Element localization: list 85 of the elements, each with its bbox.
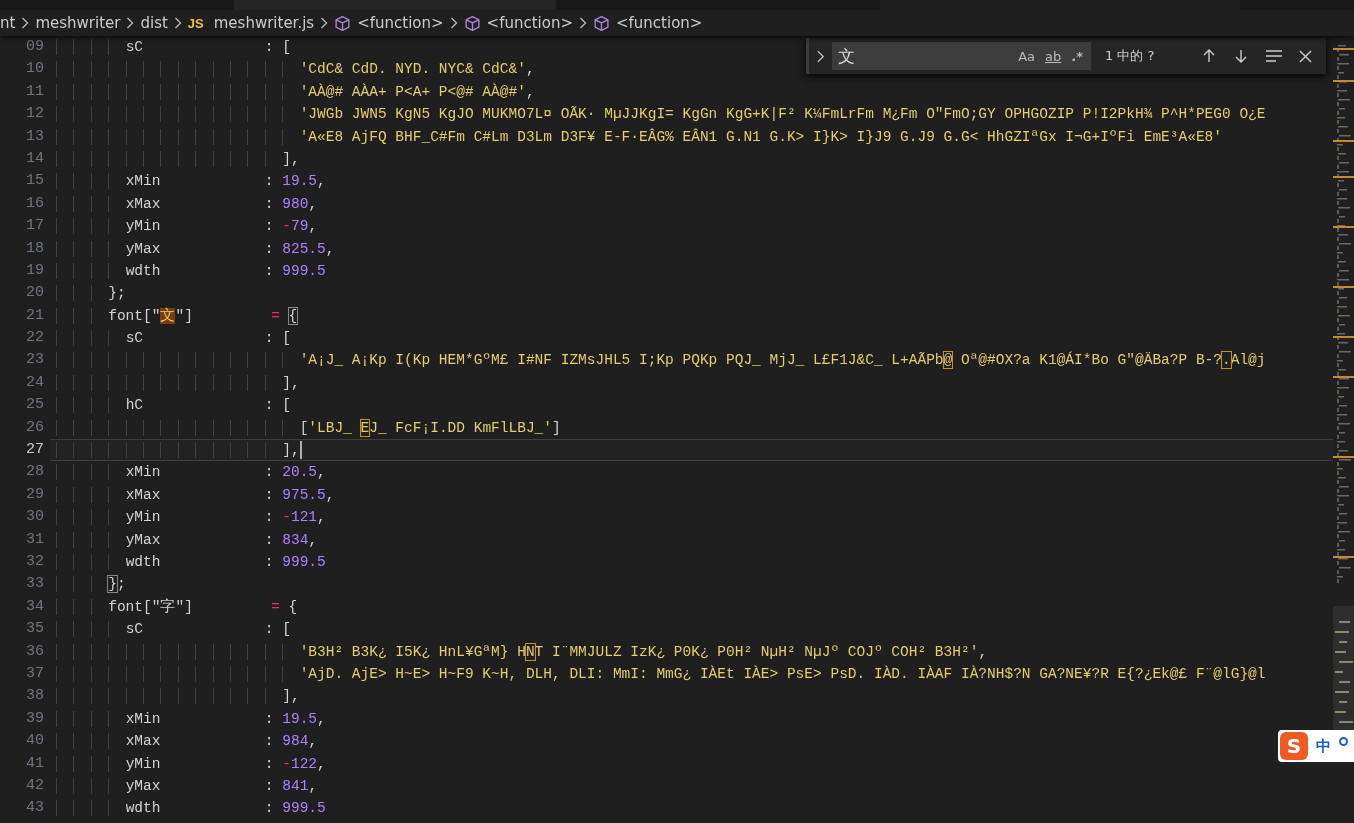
code-line: sC : [ [50, 618, 1333, 641]
line-number: 17 [25, 216, 45, 237]
code-line: wdth : 999.5 [50, 551, 1333, 574]
line-number: 23 [25, 350, 45, 371]
breadcrumb-item[interactable]: <function> [463, 14, 573, 32]
line-number: 29 [25, 484, 45, 505]
code-line: yMin : -121, [50, 506, 1333, 529]
code-line: ], [50, 685, 1333, 708]
line-number: 10 [25, 59, 45, 80]
line-number: 42 [25, 775, 45, 796]
line-number: 37 [25, 663, 45, 684]
code-line: ], [50, 147, 1333, 171]
breadcrumb-item[interactable]: JS meshwriter.js [187, 14, 315, 32]
cube-icon [463, 14, 481, 32]
line-number: 18 [25, 238, 45, 259]
line-number: 14 [25, 148, 45, 169]
code-line: }; [50, 573, 1333, 596]
code-line: font["字"] = { [50, 595, 1333, 619]
code-line: ], [50, 371, 1333, 395]
find-option-toggle[interactable]: .* [1067, 46, 1087, 66]
line-number: 13 [25, 126, 45, 147]
code-line: xMin : 20.5, [50, 461, 1333, 484]
code-line: xMax : 975.5, [50, 483, 1333, 507]
breadcrumb-item[interactable]: <function> [334, 14, 444, 32]
find-option-toggle[interactable]: ab [1041, 46, 1066, 66]
code-line: sC : [ [50, 327, 1333, 350]
chevron-right-icon [173, 17, 182, 29]
line-number: 39 [25, 708, 45, 729]
line-number: 27 [25, 440, 45, 461]
line-number: 22 [25, 328, 45, 349]
line-number: 12 [25, 104, 45, 125]
code-line: yMax : 825.5, [50, 237, 1333, 260]
chevron-right-icon [579, 17, 587, 29]
line-number: 36 [25, 641, 45, 662]
line-number: 31 [25, 529, 45, 550]
code-line: yMax : 834, [50, 528, 1333, 551]
line-number: 40 [25, 731, 45, 752]
code-line: 'JWGb JWN5 KgN5 KgJO MUKMO7L¤ OÃK· MµJJKgI= KgGn KgG+K|F² K¼FmLrFm M¿Fm O"FmO;GY OPHGOZIP P!I2PkH¾ P^H*PEG0 O¿E [50, 103, 1333, 126]
line-number: 24 [25, 372, 45, 393]
dot-icon [1339, 736, 1348, 746]
code-line: 'B3H² B3K¿ I5K¿ HnL¥GªM} HNT I¨MMJULZ IzK¿ P0K¿ P0H² NµH² NµJº COJº COH² B3H²', [50, 640, 1333, 663]
find-option-toggle[interactable]: Aa [1014, 46, 1040, 66]
chevron-right-icon[interactable] [816, 49, 825, 63]
line-number: 19 [25, 260, 45, 281]
match-count: 1 中的 ? [1105, 47, 1155, 65]
line-number: 28 [25, 462, 45, 483]
line-number: 11 [25, 81, 45, 102]
cube-icon [334, 14, 352, 32]
line-number: 30 [25, 507, 45, 528]
line-number: 35 [25, 619, 45, 640]
line-number: 26 [25, 417, 45, 438]
breadcrumb-item[interactable]: <function> [593, 14, 703, 32]
code-line: yMin : -79, [50, 215, 1333, 238]
line-number: 21 [25, 305, 45, 326]
code-line: hC : [ [50, 394, 1333, 417]
chevron-right-icon [320, 17, 329, 29]
line-number: 16 [25, 193, 45, 214]
line-number: 32 [25, 552, 45, 572]
cube-icon [593, 14, 610, 32]
code-line: 'AjD. AjE> H~E> H~F9 K~H, DLH, DLI: MmI: MmG¿ IÀEt IÀE> PsE> PsD. IÀD. IÀAF IÀ?NH$?N GA?NE¥?R E{?¿Ek@£ F¨@lG}@l [50, 662, 1333, 686]
code-line: 'AÀ@# AÀA+ P<A+ P<@# AÀ@#', [50, 80, 1333, 104]
line-number: 25 [25, 395, 45, 416]
line-number: 09 [25, 37, 45, 57]
code-line: 'A«E8 AjFQ BHF_C#Fm C#Lm D3Lm D3F¥ E-F·EÂG% EÂN1 G.N1 G.K> I}K> I}J9 G.J9 G.G< HhGZIªGx I¬G+IºFi EmE³A«E8' [50, 125, 1333, 148]
code-line: yMax : 841, [50, 774, 1333, 798]
code-line: }; [50, 282, 1333, 305]
line-number: 43 [25, 798, 45, 819]
code-line: wdth : 999.5 [50, 259, 1333, 283]
chevron-right-icon [126, 17, 135, 29]
chevron-right-icon [21, 17, 30, 29]
line-number: 33 [25, 574, 45, 595]
line-number: 34 [25, 596, 45, 617]
code-line: xMin : 19.5, [50, 170, 1333, 193]
code-line: xMax : 980, [50, 192, 1333, 216]
line-number: 41 [25, 753, 45, 774]
code-line: xMin : 19.5, [50, 707, 1333, 731]
breadcrumb-item[interactable]: nt [0, 14, 16, 32]
breadcrumb-item[interactable]: dist [140, 14, 168, 32]
line-number: 20 [25, 283, 45, 304]
line-number: 15 [25, 171, 45, 192]
line-number: 38 [25, 686, 45, 707]
code-line: font["文"] = { [50, 304, 1333, 328]
code-line: wdth : 999.5 [50, 797, 1333, 820]
chevron-right-icon [449, 17, 458, 29]
breadcrumb-item[interactable]: meshwriter [35, 14, 121, 32]
